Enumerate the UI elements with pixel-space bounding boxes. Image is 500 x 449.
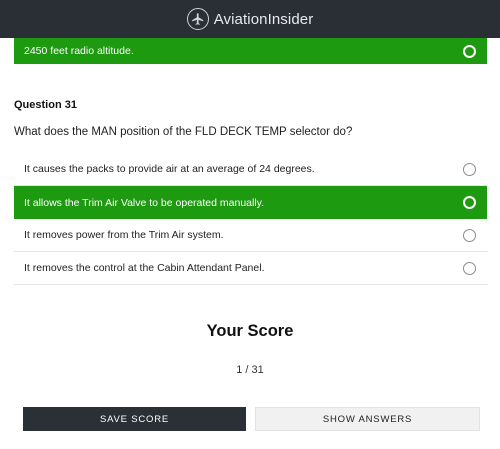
answer-label: 2450 feet radio altitude.: [24, 45, 134, 57]
question-text: What does the MAN position of the FLD DE…: [14, 126, 353, 138]
top-bar: AviationInsider: [0, 0, 500, 38]
score-value: 1 / 31: [236, 364, 264, 376]
answer-option-1[interactable]: It causes the packs to provide air at an…: [14, 153, 487, 186]
question-number: Question 31: [14, 99, 77, 111]
answer-option-4[interactable]: It removes the control at the Cabin Atte…: [14, 252, 487, 285]
radio-icon[interactable]: [463, 261, 476, 275]
brand[interactable]: AviationInsider: [186, 8, 314, 30]
answer-label: It allows the Trim Air Valve to be opera…: [24, 196, 265, 209]
airplane-icon: [186, 8, 209, 30]
answer-label: It removes power from the Trim Air syste…: [24, 229, 224, 241]
radio-icon[interactable]: [463, 162, 476, 176]
previous-answer-option[interactable]: 2450 feet radio altitude.: [14, 38, 487, 64]
answer-label: It removes the control at the Cabin Atte…: [24, 262, 265, 274]
show-answers-button[interactable]: SHOW ANSWERS: [255, 407, 480, 431]
radio-icon[interactable]: [463, 44, 476, 58]
save-score-button[interactable]: SAVE SCORE: [23, 407, 246, 431]
answer-option-2[interactable]: It allows the Trim Air Valve to be opera…: [14, 186, 487, 219]
brand-name: AviationInsider: [213, 10, 314, 28]
answer-option-3[interactable]: It removes power from the Trim Air syste…: [14, 219, 487, 252]
answer-label: It causes the packs to provide air at an…: [24, 163, 315, 175]
radio-icon[interactable]: [463, 228, 476, 242]
score-title: Your Score: [206, 322, 294, 340]
radio-icon[interactable]: [463, 196, 476, 209]
